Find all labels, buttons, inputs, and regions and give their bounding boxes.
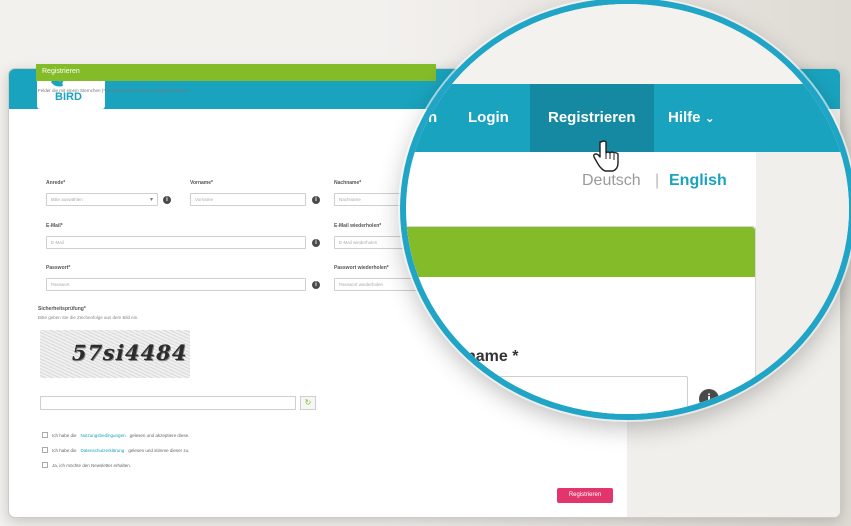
email-field[interactable]: E-Mail (46, 236, 306, 249)
email-placeholder: E-Mail (51, 240, 64, 245)
email-label: E-Mail* (46, 223, 63, 229)
captcha-input[interactable] (40, 396, 296, 410)
nav-hilfe[interactable]: Hilfe ⌄ (668, 84, 715, 152)
anrede-select[interactable]: Bitte auswählen (46, 193, 158, 206)
vorname-field[interactable]: Vorname (190, 193, 306, 206)
privacy-checkbox-row[interactable]: Ich habe die Datenschutzerklärung gelese… (42, 447, 189, 453)
captcha-text: 57si4484 (69, 340, 190, 365)
email-confirm-label: E-Mail wiederholen* (334, 223, 382, 229)
magnified-navbar: n Login Registrieren Hilfe ⌄ (406, 84, 849, 152)
magnified-info-icon[interactable]: i (699, 389, 719, 409)
terms-prefix: Ich habe die (52, 432, 77, 438)
captcha-hint: Bitte geben Sie die Zeichenfolge aus dem… (38, 315, 139, 320)
passwort-info-icon[interactable]: i (312, 281, 320, 289)
passwort-label: Passwort* (46, 265, 71, 271)
passwort-confirm-placeholder: Passwort wiederholen (339, 282, 384, 287)
anrede-label: Anrede* (46, 180, 66, 186)
passwort-placeholder: Passwort (51, 282, 70, 287)
privacy-prefix: Ich habe die (52, 447, 77, 453)
lang-english[interactable]: English (669, 172, 727, 190)
terms-checkbox[interactable] (42, 432, 48, 438)
email-confirm-placeholder: E-Mail wiederholen (339, 240, 378, 245)
anrede-info-icon[interactable]: i (163, 196, 171, 204)
magnified-top-background (406, 4, 849, 84)
terms-suffix: gelesen und akzeptiere diese. (129, 432, 190, 438)
captcha-refresh-button[interactable]: ↻ (300, 396, 316, 410)
vorname-label: Vorname* (190, 180, 213, 186)
captcha-title: Sicherheitsprüfung* (38, 306, 86, 312)
vorname-info-icon[interactable]: i (312, 196, 320, 204)
anrede-value: Bitte auswählen (51, 197, 83, 202)
nav-hilfe-label: Hilfe (668, 109, 701, 126)
captcha-image: 57si4484 (40, 330, 190, 378)
privacy-suffix: gelesen und stimme dieser zu. (128, 447, 190, 453)
magnifier-lens: n Login Registrieren Hilfe ⌄ Deutsch | E… (400, 0, 851, 420)
magnified-form-header (406, 227, 755, 277)
lang-separator: | (655, 172, 660, 189)
terms-link[interactable]: Nutzungsbedingungen (81, 433, 126, 438)
privacy-checkbox[interactable] (42, 447, 48, 453)
newsletter-checkbox-row[interactable]: Ja, ich möchte den Newsletter erhalten. (42, 462, 131, 468)
magnified-field-label: name * (466, 348, 519, 365)
nachname-label: Nachname* (334, 180, 362, 186)
nachname-placeholder: Nachname (339, 197, 361, 202)
newsletter-checkbox[interactable] (42, 462, 48, 468)
terms-checkbox-row[interactable]: Ich habe die Nutzungsbedingungen gelesen… (42, 432, 189, 438)
privacy-link[interactable]: Datenschutzerklärung (81, 448, 125, 453)
magnified-name-field[interactable] (456, 376, 688, 414)
nav-partial-item[interactable]: n (428, 84, 437, 152)
chevron-down-icon: ⌄ (704, 111, 715, 125)
passwort-field[interactable]: Passwort (46, 278, 306, 291)
hand-pointer-icon (593, 140, 619, 172)
newsletter-label: Ja, ich möchte den Newsletter erhalten. (52, 462, 132, 468)
form-header: Registrieren (36, 64, 436, 81)
form-intro: Felder die mit einem Sternchen (*) marki… (38, 88, 190, 93)
email-info-icon[interactable]: i (312, 239, 320, 247)
nav-login[interactable]: Login (468, 84, 509, 152)
passwort-confirm-label: Passwort wiederholen* (334, 265, 389, 271)
register-submit-button[interactable]: Registrieren (557, 488, 613, 503)
vorname-placeholder: Vorname (195, 197, 214, 202)
lang-deutsch[interactable]: Deutsch (582, 172, 641, 190)
magnified-page-background (756, 152, 849, 414)
